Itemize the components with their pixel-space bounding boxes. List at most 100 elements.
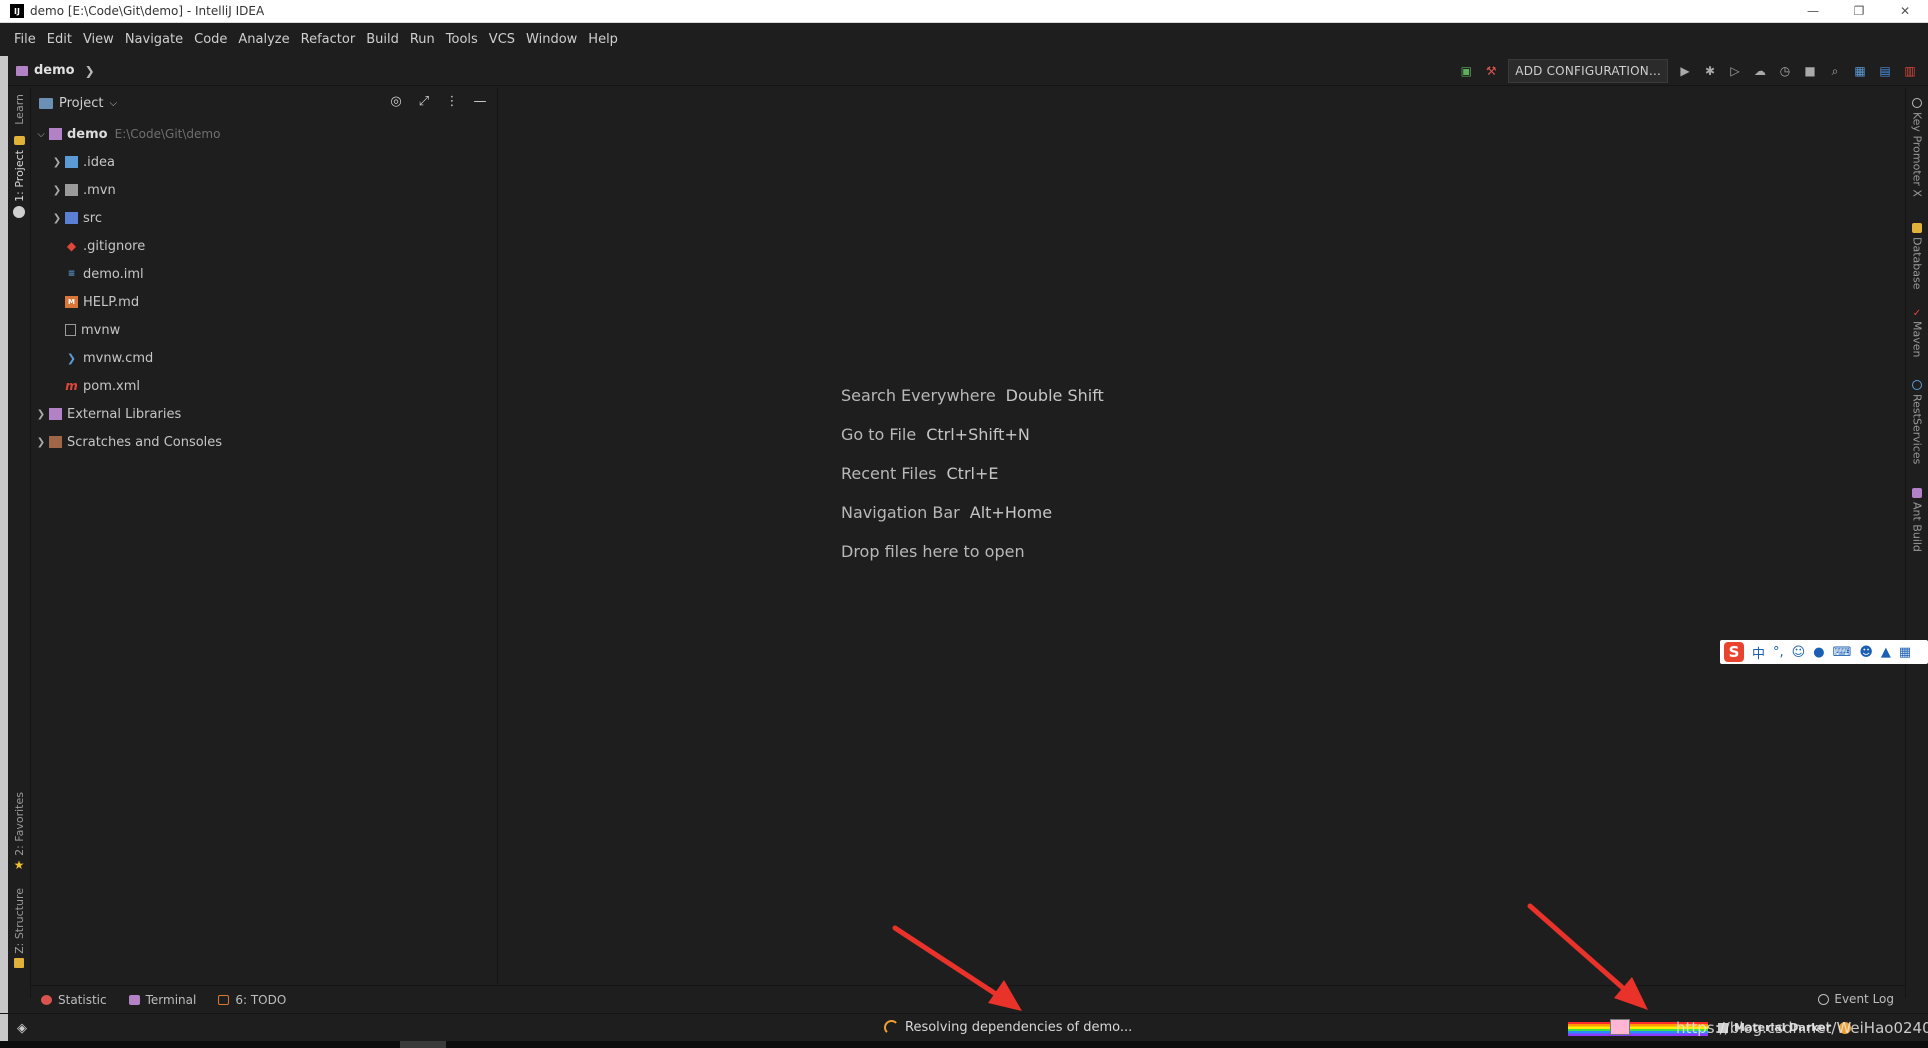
tree-item-demo-iml[interactable]: ≡ demo.iml <box>31 260 497 288</box>
keyboard-icon[interactable]: ⌨ <box>1833 645 1852 660</box>
hint-label: Search Everywhere <box>841 386 996 405</box>
skin-icon[interactable]: ▲ <box>1881 645 1891 660</box>
tab-rest-services-label: RestServices <box>1910 394 1924 465</box>
tree-item-label: Scratches and Consoles <box>67 434 223 450</box>
tab-ant-build[interactable]: Ant Build <box>1906 488 1928 552</box>
punctuation-icon[interactable]: °, <box>1773 645 1784 660</box>
tab-terminal[interactable]: Terminal <box>128 993 196 1007</box>
editor-area[interactable]: Search Everywhere Double Shift Go to File… <box>499 88 1906 984</box>
tree-item-idea[interactable]: ❯ .idea <box>31 148 497 176</box>
layers-icon[interactable]: ◈ <box>17 1021 27 1036</box>
tab-favorites-label: 2: Favorites <box>12 792 26 856</box>
menu-analyze[interactable]: Analyze <box>238 32 289 47</box>
apps-icon[interactable]: ▦ <box>1899 645 1911 660</box>
intellij-icon: IJ <box>10 4 24 18</box>
menu-build[interactable]: Build <box>366 32 399 47</box>
tab-todo[interactable]: 6: TODO <box>218 993 286 1007</box>
project-view-icon <box>39 97 53 109</box>
menu-window[interactable]: Window <box>526 32 577 47</box>
nyan-cat-icon <box>1610 1019 1630 1035</box>
left-tool-strip: Learn 1: Project 2: Favorites ★ Z: Struc… <box>8 88 31 998</box>
tab-statistic[interactable]: Statistic <box>41 993 107 1007</box>
tab-structure[interactable]: Z: Structure <box>8 888 30 968</box>
chevron-right-icon[interactable]: ❯ <box>51 157 63 168</box>
tree-item-mvnw[interactable]: mvnw <box>31 316 497 344</box>
library-icon <box>49 408 62 420</box>
search-icon[interactable]: ⌕ <box>1827 63 1843 79</box>
menu-refactor[interactable]: Refactor <box>301 32 356 47</box>
attach-icon[interactable]: ◷ <box>1777 63 1793 79</box>
tree-scratches-consoles[interactable]: ❯ Scratches and Consoles <box>31 428 497 456</box>
debug-icon[interactable]: ✱ <box>1702 63 1718 79</box>
hide-icon[interactable]: — <box>473 94 487 109</box>
tree-item-mvn[interactable]: ❯ .mvn <box>31 176 497 204</box>
menu-vcs[interactable]: VCS <box>489 32 515 47</box>
tab-learn[interactable]: Learn <box>8 94 30 125</box>
tab-favorites[interactable]: 2: Favorites ★ <box>8 792 30 872</box>
tree-root-path: E:\Code\Git\demo <box>114 127 221 141</box>
chevron-right-icon[interactable]: ❯ <box>35 437 47 448</box>
project-structure-icon[interactable]: ▦ <box>1852 63 1868 79</box>
chevron-down-icon[interactable]: ⌵ <box>109 98 117 109</box>
project-view-selector[interactable]: Project <box>59 96 103 111</box>
tree-item-label: src <box>83 210 102 226</box>
run-icon[interactable]: ▶ <box>1677 63 1693 79</box>
breadcrumb-demo[interactable]: demo <box>34 63 75 78</box>
chevron-right-icon[interactable]: ❯ <box>35 409 47 420</box>
tree-item-label: mvnw <box>81 322 121 338</box>
options-icon[interactable]: ⋮ <box>445 94 459 109</box>
run-coverage-icon[interactable]: ▷ <box>1727 63 1743 79</box>
tab-maven[interactable]: ✓ Maven <box>1906 308 1928 357</box>
tab-key-promoter[interactable]: Key Promoter X <box>1906 98 1928 197</box>
menu-file[interactable]: File <box>14 32 36 47</box>
collapse-all-icon[interactable]: ⤢ <box>417 94 431 109</box>
menu-tools[interactable]: Tools <box>446 32 478 47</box>
tree-external-libraries[interactable]: ❯ External Libraries <box>31 400 497 428</box>
translate-icon[interactable]: ▤ <box>1877 63 1893 79</box>
stop-icon[interactable]: ■ <box>1802 63 1818 79</box>
hint-label: Go to File <box>841 425 917 444</box>
microphone-icon[interactable]: ● <box>1813 645 1824 660</box>
plugin-icon[interactable]: ▥ <box>1902 63 1918 79</box>
menu-navigate[interactable]: Navigate <box>125 32 183 47</box>
tree-item-mvnw-cmd[interactable]: ❯ mvnw.cmd <box>31 344 497 372</box>
tab-project[interactable]: 1: Project <box>8 150 30 218</box>
menu-edit[interactable]: Edit <box>47 32 72 47</box>
tree-item-pom-xml[interactable]: m pom.xml <box>31 372 497 400</box>
tree-item-label: .mvn <box>83 182 116 198</box>
ime-mode[interactable]: 中 <box>1752 643 1765 662</box>
menu-view[interactable]: View <box>83 32 114 47</box>
chevron-right-icon[interactable]: ❯ <box>51 213 63 224</box>
build-hammer-icon[interactable]: ⚒ <box>1483 63 1499 79</box>
tab-rest-services[interactable]: RestServices <box>1906 380 1928 464</box>
rest-services-icon <box>1912 380 1922 390</box>
menu-help[interactable]: Help <box>588 32 618 47</box>
tree-root-demo[interactable]: ⌵ demo E:\Code\Git\demo <box>31 120 497 148</box>
tree-item-src[interactable]: ❯ src <box>31 204 497 232</box>
locate-icon[interactable]: ◎ <box>389 94 403 109</box>
tree-item-gitignore[interactable]: ◆ .gitignore <box>31 232 497 260</box>
hint-shortcut: Double Shift <box>1005 386 1104 405</box>
hint-shortcut: Ctrl+E <box>946 464 999 483</box>
tab-event-log[interactable]: Event Log <box>1818 992 1894 1006</box>
menu-code[interactable]: Code <box>194 32 227 47</box>
tab-project-label: 1: Project <box>12 150 26 202</box>
chevron-right-icon[interactable]: ❯ <box>51 185 63 196</box>
ime-toolbar[interactable]: S 中 °, ☺ ● ⌨ ☻ ▲ ▦ <box>1720 640 1928 664</box>
add-configuration-button[interactable]: ADD CONFIGURATION... <box>1508 59 1668 83</box>
emoji-icon[interactable]: ☺ <box>1792 645 1806 660</box>
menu-run[interactable]: Run <box>410 32 435 47</box>
chevron-down-icon[interactable]: ⌵ <box>35 129 47 140</box>
tab-database[interactable]: Database <box>1906 223 1928 290</box>
restore-button[interactable]: ❐ <box>1836 0 1882 22</box>
tab-statistic-label: Statistic <box>58 992 107 1007</box>
hint-recent-files: Recent Files Ctrl+E <box>841 464 998 483</box>
minimize-button[interactable]: — <box>1790 0 1836 22</box>
tree-item-help-md[interactable]: M HELP.md <box>31 288 497 316</box>
user-icon[interactable]: ☻ <box>1859 645 1873 660</box>
background-task-status[interactable]: Resolving dependencies of demo... <box>884 1020 1132 1035</box>
terminal-icon[interactable]: ▣ <box>1458 63 1474 79</box>
close-button[interactable]: ✕ <box>1882 0 1928 22</box>
profile-icon[interactable]: ☁ <box>1752 63 1768 79</box>
menu-bar: File Edit View Navigate Code Analyze Ref… <box>0 23 1928 55</box>
